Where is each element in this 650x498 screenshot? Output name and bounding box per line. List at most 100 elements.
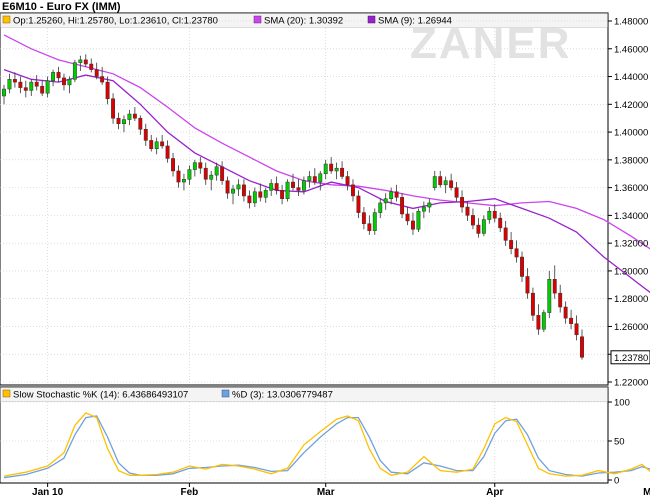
candle-body-down <box>18 81 23 88</box>
candle-body-down <box>312 176 317 183</box>
candle-body-down <box>89 63 94 70</box>
candle-body-down <box>405 213 410 222</box>
candle-body-up <box>378 202 383 213</box>
candle-body-up <box>263 190 268 198</box>
candle <box>285 179 290 202</box>
candle-body-down <box>345 176 350 186</box>
candle-body-up <box>269 183 274 191</box>
candle-body-down <box>203 167 208 180</box>
candle-body-down <box>514 248 519 258</box>
candle-body-up <box>236 184 241 190</box>
candle-body-up <box>416 210 421 230</box>
candle-body-down <box>198 162 203 169</box>
candle-body-down <box>525 276 530 294</box>
candle-body-down <box>438 176 443 186</box>
price-panel: ZANER Op:1.25260, Hi:1.25780, Lo:1.23610… <box>0 12 650 389</box>
last-price-tag: 1.23780 <box>610 350 650 365</box>
stochastic-panel: Slow Stochastic %K (14): 6.43686493107 %… <box>0 386 650 487</box>
candle-body-down <box>552 279 557 294</box>
candle-body-up <box>421 206 426 212</box>
candle-body-up <box>307 176 312 181</box>
candle-body-up <box>323 163 328 174</box>
candle-body-up <box>154 141 159 149</box>
x-axis: Jan 10 Feb Mar Apr May <box>32 483 650 498</box>
stoch-d-legend-label: %D (3): 13.0306779487 <box>232 390 333 401</box>
candle-body-up <box>187 169 192 180</box>
x-tick-label: Jan 10 <box>32 487 64 498</box>
candle-body-up <box>487 210 492 220</box>
candle-body-up <box>285 181 290 199</box>
candle-body-up <box>2 88 6 97</box>
x-tick-label: May <box>643 487 650 498</box>
candle-body-up <box>389 191 394 199</box>
x-tick-label: Feb <box>181 487 199 498</box>
candle-body-down <box>460 197 464 208</box>
candle-body-up <box>209 174 214 180</box>
candle-body-down <box>40 86 45 94</box>
candle-body-down <box>563 306 568 319</box>
candle-body-down <box>94 69 99 77</box>
candle-body-down <box>149 140 154 149</box>
candle-body-down <box>241 184 246 197</box>
price-tick-label: 1.26000 <box>614 322 648 333</box>
candle-body-up <box>301 180 306 191</box>
candle-body-down <box>558 292 563 308</box>
price-tick-label: 1.42000 <box>614 100 648 111</box>
price-tick-label: 1.38000 <box>614 155 648 166</box>
candle-body-down <box>329 163 334 172</box>
candle-body-down <box>400 197 405 215</box>
candle-body-down <box>367 223 372 231</box>
candle-body-up <box>427 202 432 208</box>
candle-body-down <box>165 145 170 159</box>
candle <box>541 309 546 333</box>
candle-body-down <box>56 72 61 79</box>
chart-canvas: E6M10 - Euro FX (IMM) ZANER Op:1.25260, … <box>0 1 650 498</box>
candle-body-down <box>498 217 503 229</box>
candle-body-up <box>72 62 77 80</box>
price-axis: 1.220001.240001.260001.280001.300001.320… <box>608 17 648 389</box>
candle-body-down <box>574 323 579 336</box>
candle-body-down <box>160 141 165 147</box>
candle-body-up <box>78 59 83 63</box>
stoch-k-legend-swatch <box>2 389 11 398</box>
candle-body-up <box>481 219 486 234</box>
candle-body-up <box>181 179 186 183</box>
candle-body-up <box>67 79 72 86</box>
candle-body-down <box>291 181 295 188</box>
candle-body-up <box>541 312 546 330</box>
candle-body-down <box>356 195 361 213</box>
stoch-d-legend-swatch <box>221 389 230 398</box>
candle-body-up <box>214 166 219 176</box>
candle-body-up <box>318 173 323 183</box>
candle-body-down <box>454 187 459 198</box>
candle <box>372 208 377 235</box>
candle-body-down <box>509 240 514 249</box>
candle-body-down <box>12 79 17 83</box>
candle-body-down <box>580 336 584 358</box>
candle-body-down <box>492 210 497 219</box>
sma9-legend-label: SMA (9): 1.26944 <box>378 16 452 27</box>
candle-body-up <box>383 198 388 204</box>
candle-body-down <box>225 180 230 194</box>
candle-body-down <box>111 98 116 119</box>
candle-body-down <box>138 117 143 130</box>
candle-body-down <box>116 117 121 124</box>
candle-body-down <box>340 167 345 177</box>
candle-body-up <box>122 119 126 124</box>
candle-body-down <box>470 215 475 226</box>
candle-body-up <box>45 80 50 94</box>
candle-body-down <box>296 187 301 191</box>
stoch-k-legend-label: Slow Stochastic %K (14): 6.43686493107 <box>13 390 188 401</box>
candle-body-down <box>536 315 541 330</box>
candle-body-down <box>569 317 574 324</box>
price-tick-label: 1.40000 <box>614 128 648 139</box>
candle-body-up <box>432 176 437 188</box>
candle-body-down <box>62 77 66 86</box>
candle-body-down <box>361 212 366 224</box>
sma20-legend-label: SMA (20): 1.30392 <box>264 16 343 27</box>
candle-body-down <box>247 195 252 204</box>
candle-body-up <box>29 81 34 91</box>
price-tick-label: 1.32000 <box>614 239 648 250</box>
candle-body-up <box>443 180 448 186</box>
candle-body-down <box>132 113 137 119</box>
